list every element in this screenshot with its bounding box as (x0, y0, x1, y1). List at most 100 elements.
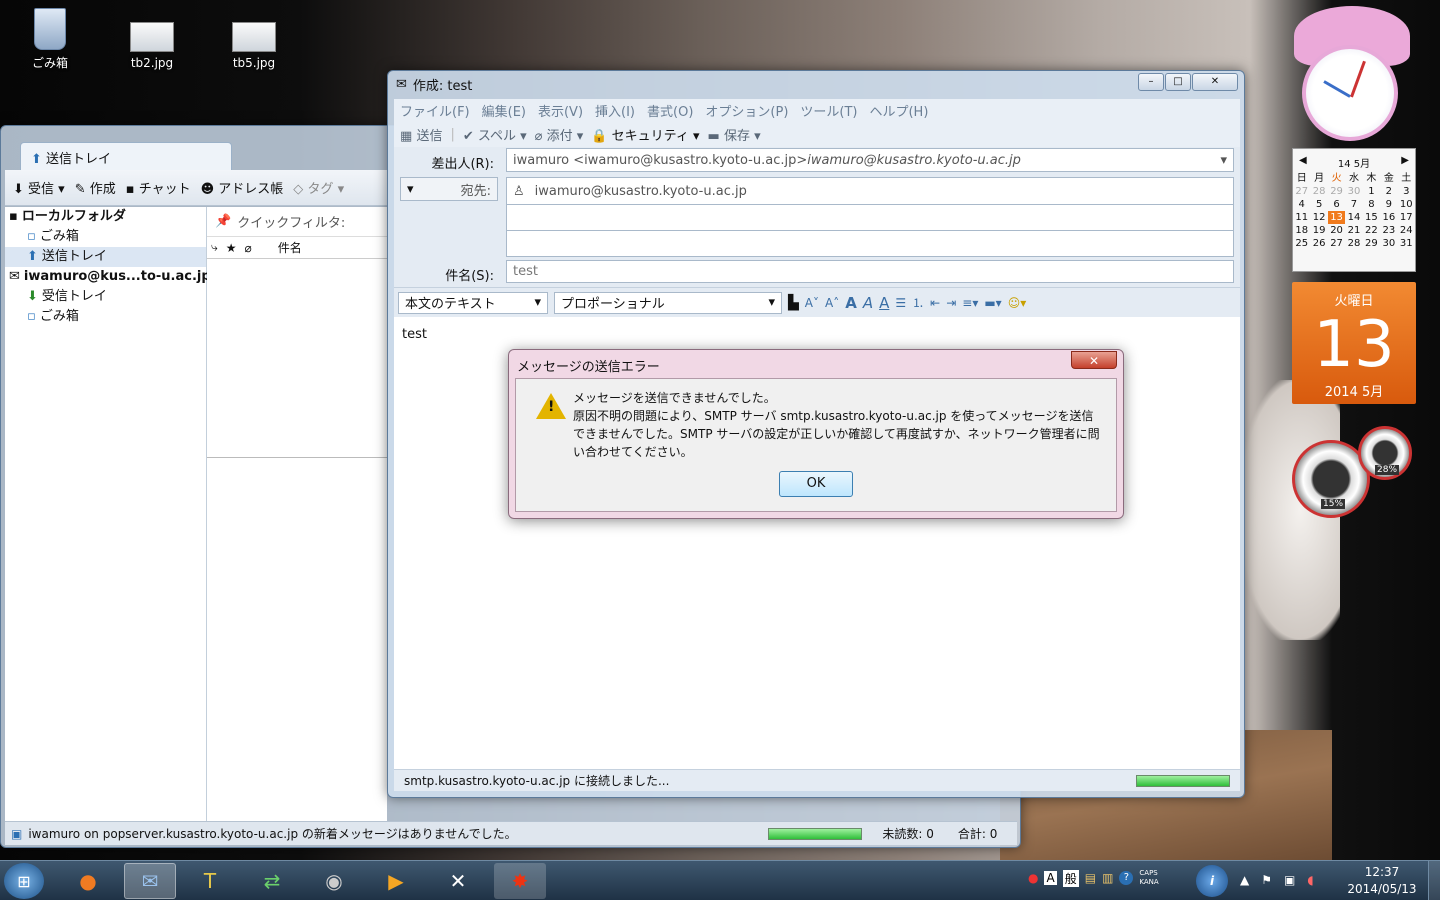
calendar-day[interactable]: 28 (1345, 237, 1362, 250)
calendar-day[interactable]: 27 (1328, 237, 1345, 250)
calendar-day[interactable]: 15 (1363, 211, 1380, 224)
start-button[interactable]: ⊞ (4, 863, 44, 899)
calendar-day[interactable]: 30 (1345, 185, 1362, 198)
folder-trash-account[interactable]: ▫ ごみ箱 (5, 307, 206, 327)
taskbar-media[interactable]: ▶ (370, 863, 422, 899)
calendar-day[interactable]: 21 (1345, 224, 1362, 237)
to-field[interactable]: ♙ iwamuro@kusastro.kyoto-u.ac.jp (506, 177, 1234, 205)
paragraph-format-select[interactable]: 本文のテキスト ▾ (398, 291, 548, 314)
menu-insert[interactable]: 挿入(I) (589, 99, 641, 121)
calendar-day[interactable]: 17 (1398, 211, 1415, 224)
menu-options[interactable]: オプション(P) (699, 99, 794, 121)
folder-outbox[interactable]: ⬆ 送信トレイ (5, 247, 206, 267)
calendar-gadget[interactable]: ◀ 14 5月 ▶ 日月火水木金土 27 28 29 30 1 2 3 4 5 6 7 8 9 10 11 12… (1292, 148, 1416, 272)
calendar-day[interactable]: 14 (1345, 211, 1362, 224)
save-button[interactable]: ▬ 保存 ▾ (708, 125, 761, 144)
calendar-day[interactable]: 16 (1380, 211, 1397, 224)
calendar-day[interactable]: 27 (1293, 185, 1310, 198)
taskbar-app-red[interactable]: ✸ (494, 863, 546, 899)
smaller-font-icon[interactable]: A˅ (805, 296, 819, 310)
menu-format[interactable]: 書式(O) (641, 99, 699, 121)
calendar-day[interactable]: 2 (1380, 185, 1397, 198)
desktop-icon-tb5[interactable]: tb5.jpg (214, 14, 294, 70)
prev-month-icon[interactable]: ◀ (1299, 155, 1307, 170)
calendar-day[interactable]: 29 (1328, 185, 1345, 198)
help-icon[interactable]: ? (1119, 871, 1134, 885)
to-field-empty-2[interactable] (506, 230, 1234, 257)
calendar-day[interactable]: 23 (1380, 224, 1397, 237)
calendar-day[interactable]: 24 (1398, 224, 1415, 237)
calendar-day[interactable]: 31 (1398, 237, 1415, 250)
calendar-day[interactable]: 22 (1363, 224, 1380, 237)
calendar-day[interactable]: 8 (1363, 198, 1380, 211)
calendar-day[interactable]: 1 (1363, 185, 1380, 198)
calendar-day[interactable]: 20 (1328, 224, 1345, 237)
dialog-close-button[interactable]: ✕ (1071, 351, 1117, 369)
taskbar-thunderbird[interactable]: ✉ (124, 863, 176, 899)
bold-icon[interactable]: A (845, 294, 857, 312)
menu-help[interactable]: ヘルプ(H) (863, 99, 934, 121)
close-button[interactable]: ✕ (1192, 73, 1238, 91)
calendar-day[interactable]: 12 (1310, 211, 1327, 224)
underline-icon[interactable]: A (879, 294, 889, 312)
recipient-type-select[interactable]: ▾ 宛先: (400, 177, 498, 201)
from-select[interactable]: iwamuro <iwamuro@kusastro.kyoto-u.ac.jp>… (506, 148, 1234, 172)
text-color-icon[interactable]: ▙ (788, 295, 799, 311)
column-subject[interactable]: 件名 (260, 239, 302, 256)
calendar-day[interactable]: 7 (1345, 198, 1362, 211)
font-select[interactable]: プロポーショナル ▾ (554, 291, 782, 314)
today-gadget[interactable]: 火曜日 13 2014 5月 (1292, 282, 1416, 404)
numbered-list-icon[interactable]: ⒈ (912, 294, 924, 311)
ime-tool-icon[interactable]: ▤ (1085, 871, 1096, 885)
taskbar-terapad[interactable]: T (184, 863, 236, 899)
thread-column-icon[interactable]: ⤷ (211, 240, 218, 255)
ime-pad-icon[interactable]: ▥ (1102, 871, 1113, 885)
calendar-day[interactable]: 11 (1293, 211, 1310, 224)
attach-button[interactable]: ⌀ 添付 ▾ (535, 125, 584, 144)
calendar-day[interactable]: 18 (1293, 224, 1310, 237)
menu-tools[interactable]: ツール(T) (794, 99, 863, 121)
calendar-day[interactable]: 19 (1310, 224, 1327, 237)
compose-button[interactable]: ✎ 作成 (75, 178, 116, 197)
chat-button[interactable]: ▪ チャット (126, 178, 191, 197)
calendar-day[interactable]: 3 (1398, 185, 1415, 198)
taskbar-clock[interactable]: 12:37 2014/05/13 (1340, 864, 1424, 898)
calendar-day[interactable]: 13 (1327, 211, 1346, 224)
taskbar-network[interactable]: ⇄ (246, 863, 298, 899)
receive-button[interactable]: ⬇ 受信 ▾ (13, 178, 65, 197)
to-field-empty-1[interactable] (506, 204, 1234, 231)
desktop-icon-tb2[interactable]: tb2.jpg (112, 14, 192, 70)
send-button[interactable]: ▦ 送信 (400, 125, 442, 144)
folder-inbox[interactable]: ⬇ 受信トレイ (5, 287, 206, 307)
pin-icon[interactable]: 📌 (215, 214, 231, 229)
italic-icon[interactable]: A (863, 294, 873, 312)
calendar-day[interactable]: 10 (1398, 198, 1415, 211)
folder-trash-local[interactable]: ▫ ごみ箱 (5, 227, 206, 247)
info-icon[interactable]: i (1196, 865, 1228, 897)
star-column-icon[interactable]: ★ (226, 241, 237, 255)
ok-button[interactable]: OK (779, 471, 853, 497)
maximize-button[interactable]: □ (1165, 73, 1191, 91)
ime-mode[interactable]: 般 (1062, 869, 1079, 887)
memory-meter-gadget[interactable]: 28% (1358, 426, 1412, 480)
tab-outbox[interactable]: ⬆ 送信トレイ (20, 142, 232, 170)
network-tray-icon[interactable]: ▣ (1284, 873, 1295, 887)
tag-button[interactable]: ◇ タグ ▾ (293, 178, 344, 197)
folder-local[interactable]: ▪ ローカルフォルダ (5, 207, 206, 227)
address-book-button[interactable]: ☻ アドレス帳 (201, 178, 284, 197)
menu-file[interactable]: ファイル(F) (394, 99, 476, 121)
calendar-day[interactable]: 6 (1328, 198, 1345, 211)
calendar-day[interactable]: 4 (1293, 198, 1310, 211)
pane-splitter[interactable] (207, 457, 387, 458)
taskbar-firefox[interactable]: ● (62, 863, 114, 899)
calendar-day[interactable]: 9 (1380, 198, 1397, 211)
clock-gadget[interactable] (1302, 45, 1398, 141)
taskbar-gimp[interactable]: ◉ (308, 863, 360, 899)
calendar-day[interactable]: 29 (1363, 237, 1380, 250)
desktop-icon-recycle-bin[interactable]: ごみ箱 (10, 8, 90, 71)
indent-icon[interactable]: ⇥ (946, 296, 956, 310)
compose-titlebar[interactable]: ✉ 作成: test (388, 71, 1244, 97)
calendar-day[interactable]: 28 (1310, 185, 1327, 198)
minimize-button[interactable]: – (1138, 73, 1164, 91)
calendar-day[interactable]: 25 (1293, 237, 1310, 250)
